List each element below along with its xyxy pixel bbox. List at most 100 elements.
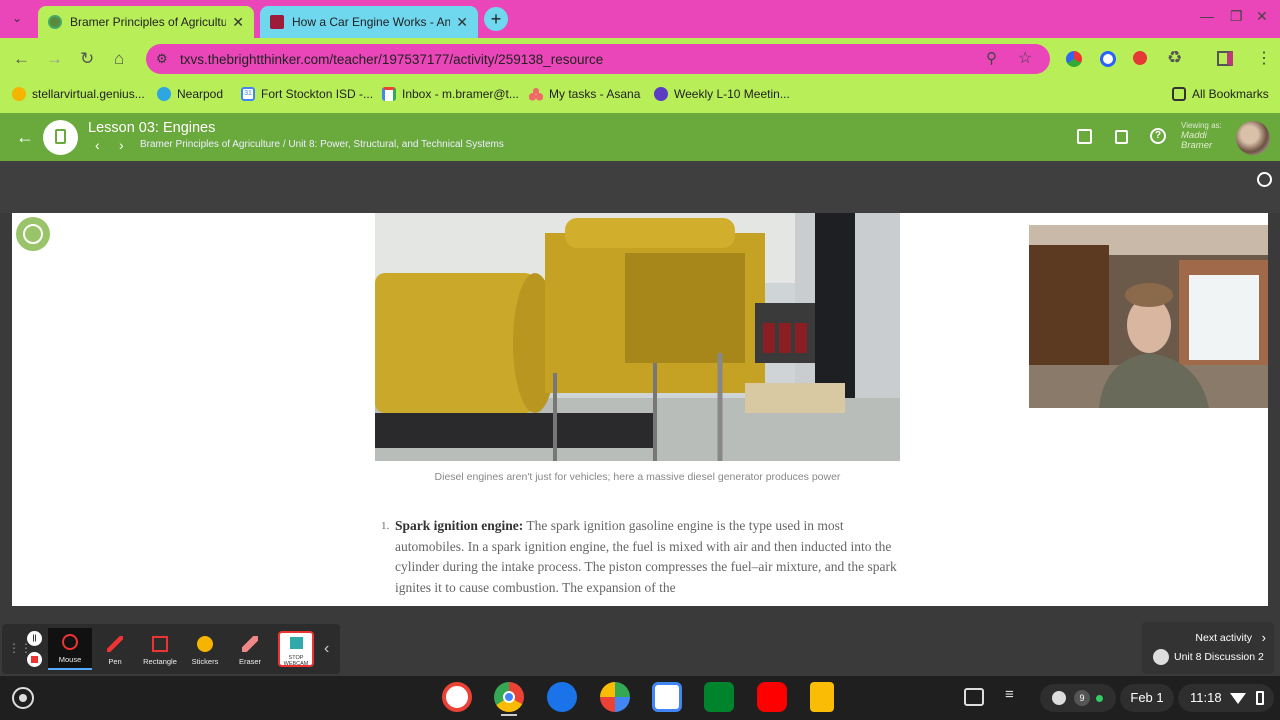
youtube-app-icon[interactable] [757,682,787,712]
mouse-icon [62,634,78,650]
status-tray[interactable]: 11:18 [1178,684,1274,712]
chevron-right-icon: › [1261,630,1266,645]
next-activity-label: Next activity [1195,632,1252,644]
menu-dots-icon[interactable]: ⋮ [1256,48,1272,68]
webcam-video[interactable] [1029,225,1268,408]
asana-icon [529,87,543,101]
tool-eraser[interactable]: Eraser [228,628,272,670]
edit-icon[interactable] [1077,129,1092,144]
minimize-icon[interactable]: — [1200,8,1214,24]
screenshot-tray-icon[interactable] [964,688,984,706]
extension-record-icon[interactable] [1133,51,1147,65]
tab-bramer-principles[interactable]: Bramer Principles of Agricultu ✕ [38,6,254,38]
globe-icon [48,15,62,29]
bookmark-stellarvirtual[interactable]: stellarvirtual.genius... [12,87,145,101]
bookmark-label: Nearpod [177,87,224,101]
lesson-content: Diesel engines aren't just for vehicles;… [12,213,1268,606]
active-app-indicator [501,714,517,716]
home-icon[interactable]: ⌂ [114,49,124,69]
bookmark-fort-stockton[interactable]: 31 Fort Stockton ISD -... [241,87,373,101]
tab-car-engine[interactable]: How a Car Engine Works - Ani ✕ [260,6,478,38]
next-activity-button[interactable]: Next activity › Unit 8 Discussion 2 [1142,622,1274,674]
zoom-search-icon[interactable]: ⚲ [986,49,997,67]
launcher-icon[interactable] [12,687,34,709]
playlist-icon[interactable]: ≡ [1005,686,1014,703]
back-icon[interactable]: ← [13,49,30,69]
bookmark-asana[interactable]: My tasks - Asana [529,87,640,101]
discussion-icon [1153,649,1169,665]
tool-rectangle[interactable]: Rectangle [138,628,182,670]
date-pill[interactable]: Feb 1 [1120,684,1174,712]
tab-search-icon[interactable]: ⌄ [12,11,22,25]
tool-label: Mouse [58,655,82,664]
stop-webcam-button[interactable]: STOP WEBCAM [278,631,314,667]
calendar-app-icon[interactable] [652,682,682,712]
extension-chrome-icon[interactable] [1066,51,1082,67]
address-bar[interactable]: ⚙ txvs.thebrightthinker.com/teacher/1975… [146,44,1050,74]
chrome-app-icon[interactable] [494,682,524,712]
lesson-document-icon [43,120,78,155]
eraser-icon [242,636,258,652]
next-activity-name: Unit 8 Discussion 2 [1174,651,1264,663]
accessibility-icon[interactable] [16,217,50,251]
tool-mouse[interactable]: Mouse [48,628,92,670]
bookmark-star-icon[interactable]: ☆ [1018,48,1032,68]
reload-icon[interactable]: ↻ [80,49,94,69]
bookmark-inbox[interactable]: Inbox - m.bramer@t... [382,87,519,101]
tool-stickers[interactable]: Stickers [183,628,227,670]
upload-icon [1052,691,1066,705]
notification-count: 9 [1074,690,1090,706]
notification-pill[interactable]: 9 [1040,684,1116,712]
forward-icon[interactable]: → [46,49,63,69]
all-bookmarks-label: All Bookmarks [1192,87,1269,101]
all-bookmarks[interactable]: All Bookmarks [1172,87,1269,101]
list-number: 1. [381,520,390,532]
bookmark-weekly-meeting[interactable]: Weekly L-10 Meetin... [654,87,790,101]
presentation-toolbar [0,161,1280,213]
tool-label: Rectangle [143,657,177,666]
slides-app-icon[interactable] [810,682,834,712]
notes-icon[interactable] [1115,130,1128,144]
lightbulb-icon [12,87,26,101]
stop-recording-icon[interactable] [27,652,42,667]
prev-lesson-icon[interactable]: ‹ [95,137,100,153]
back-arrow-icon[interactable]: ← [16,127,34,148]
bookmark-label: stellarvirtual.genius... [32,87,145,101]
bookmark-label: Inbox - m.bramer@t... [402,87,519,101]
bookmark-label: Weekly L-10 Meetin... [674,87,790,101]
play-store-icon[interactable] [600,682,630,712]
url-text: txvs.thebrightthinker.com/teacher/197537… [180,51,604,67]
calendar-icon: 31 [241,87,255,101]
site-settings-icon[interactable]: ⚙ [156,51,168,67]
close-tab-icon[interactable]: ✕ [232,14,244,31]
rectangle-icon [152,636,168,652]
close-tab-icon[interactable]: ✕ [456,14,468,31]
diesel-generator-image [375,213,900,461]
bookmark-label: My tasks - Asana [549,87,641,101]
nearpod-icon [157,87,171,101]
pause-icon[interactable]: || [27,631,42,646]
new-tab-button[interactable]: + [484,7,508,31]
help-icon[interactable]: ? [1150,128,1166,144]
tab-title: Bramer Principles of Agricultu [70,15,227,29]
gmail-icon [382,87,396,101]
extensions-puzzle-icon[interactable]: ♻ [1167,48,1182,68]
tool-label: Pen [108,657,122,666]
viewing-as: Viewing as: Maddi Bramer [1181,121,1222,151]
avatar[interactable] [1236,121,1270,155]
gmail-app-icon[interactable] [442,682,472,712]
term-spark-ignition: Spark ignition engine: [395,518,524,533]
restore-icon[interactable]: ❐ [1230,8,1243,25]
image-caption: Diesel engines aren't just for vehicles;… [434,471,841,483]
meeting-icon [654,87,668,101]
collapse-toolbar-icon[interactable]: ‹ [324,640,329,658]
messages-app-icon[interactable] [547,682,577,712]
tool-pen[interactable]: Pen [93,628,137,670]
meet-app-icon[interactable] [704,682,734,712]
bookmark-nearpod[interactable]: Nearpod [157,87,223,101]
side-panel-icon[interactable] [1217,51,1233,66]
timer-icon[interactable] [1257,172,1272,187]
next-lesson-icon[interactable]: › [119,137,124,153]
close-window-icon[interactable]: ✕ [1256,8,1268,25]
extension-loom-icon[interactable] [1100,51,1116,67]
